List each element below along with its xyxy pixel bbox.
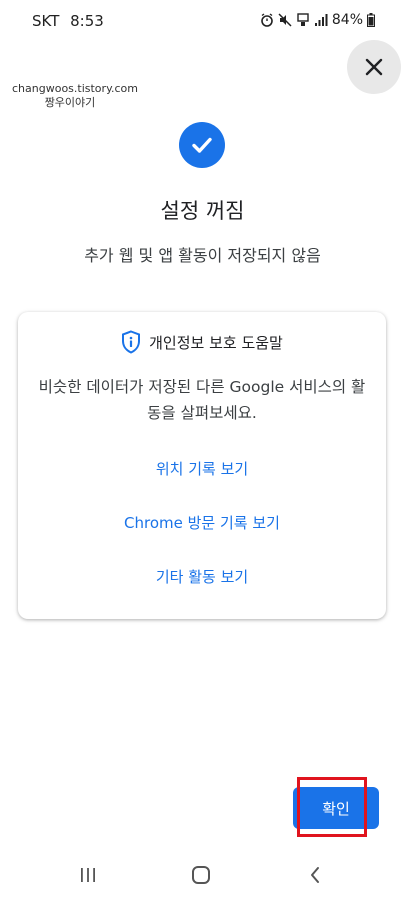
- close-icon: [365, 58, 383, 76]
- watermark: changwoos.tistory.com 짱우이야기: [12, 82, 138, 110]
- checkmark-glyph: [192, 137, 212, 153]
- shield-info-icon: [122, 330, 141, 354]
- link-other-activity[interactable]: 기타 활동 보기: [18, 566, 386, 587]
- status-bar: SKT 8:53 84%: [0, 0, 405, 42]
- page-subtitle: 추가 웹 및 앱 활동이 저장되지 않음: [84, 246, 321, 265]
- status-right: 84%: [260, 12, 375, 28]
- card-title: 개인정보 보호 도움말: [149, 333, 283, 352]
- alarm-icon: [261, 13, 273, 27]
- close-button[interactable]: [347, 40, 401, 94]
- watermark-url: changwoos.tistory.com: [12, 82, 138, 95]
- watermark-name: 짱우이야기: [44, 96, 96, 109]
- home-icon: [192, 866, 210, 884]
- check-icon: [179, 122, 225, 168]
- recents-button[interactable]: [73, 862, 103, 888]
- confirm-button[interactable]: 확인: [293, 787, 379, 829]
- back-button[interactable]: [300, 862, 330, 888]
- recents-icon: [81, 868, 95, 882]
- back-icon: [311, 867, 319, 883]
- wifi-calling-icon: [297, 13, 309, 26]
- battery-icon: [367, 13, 375, 27]
- signal-icon: [314, 14, 328, 26]
- home-button[interactable]: [186, 862, 216, 888]
- link-location-history[interactable]: 위치 기록 보기: [18, 458, 386, 479]
- battery-percent: 84%: [331, 12, 363, 28]
- privacy-tips-card: 개인정보 보호 도움말 비슷한 데이터가 저장된 다른 Google 서비스의 …: [18, 312, 386, 619]
- status-left: SKT 8:53: [32, 12, 104, 30]
- link-chrome-history[interactable]: Chrome 방문 기록 보기: [18, 512, 386, 533]
- page-title: 설정 꺼짐: [160, 199, 245, 223]
- mute-icon: [278, 13, 292, 27]
- navigation-bar: [0, 850, 405, 900]
- card-header: 개인정보 보호 도움말: [18, 330, 386, 354]
- card-description: 비슷한 데이터가 저장된 다른 Google 서비스의 활동을 살펴보세요.: [38, 378, 366, 422]
- clock: 8:53: [70, 12, 104, 30]
- carrier-label: SKT: [32, 12, 60, 30]
- screen: SKT 8:53 84% changwoos.tistory.com 짱우이야기…: [0, 0, 405, 900]
